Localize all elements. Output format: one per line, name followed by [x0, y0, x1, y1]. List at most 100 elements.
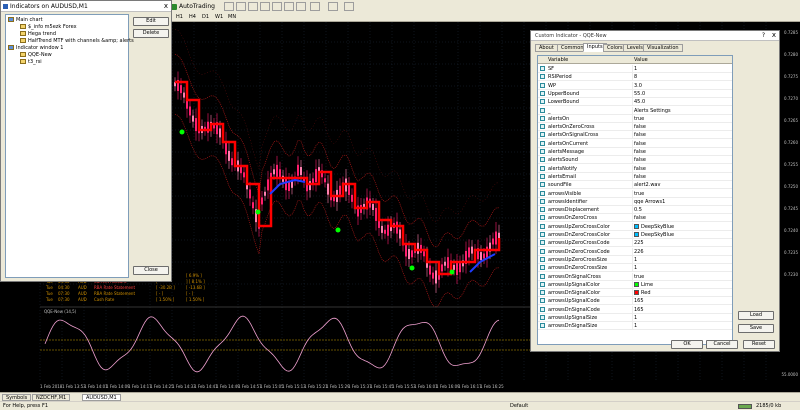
input-row[interactable]: arrowsDnZeroCrossCode 226: [538, 247, 732, 256]
input-value[interactable]: 8: [634, 73, 637, 81]
input-value[interactable]: 0.5: [634, 206, 642, 214]
input-value[interactable]: 1: [634, 65, 637, 73]
input-row[interactable]: arrowsUpSignalSize 1: [538, 314, 732, 322]
input-row[interactable]: arrowsUpSignalColor Lime: [538, 280, 732, 289]
input-row[interactable]: alertsNotify false: [538, 164, 732, 173]
input-row[interactable]: arrowsOnZeroCross false: [538, 214, 732, 223]
input-row[interactable]: LowerBound 45.0: [538, 98, 732, 107]
input-value[interactable]: false: [634, 173, 646, 181]
input-value[interactable]: 45.0: [634, 98, 645, 106]
input-value[interactable]: qqe Arrows1: [634, 198, 665, 206]
zoom-out-icon[interactable]: [260, 2, 270, 11]
tab-about[interactable]: About: [535, 44, 558, 52]
input-row[interactable]: arrowsDnZeroCrossColor DeepSkyBlue: [538, 231, 732, 239]
tree-indicator-item[interactable]: QQE-New: [28, 52, 52, 58]
input-row[interactable]: SF 1: [538, 65, 732, 73]
input-value[interactable]: Lime: [641, 281, 653, 289]
input-value[interactable]: 1: [634, 264, 637, 272]
timeframe-d1[interactable]: D1: [202, 13, 209, 21]
input-row[interactable]: arrowsDnSignalColor Red: [538, 289, 732, 298]
input-row[interactable]: alertsOnSignalCross false: [538, 131, 732, 140]
edit-button[interactable]: Edit: [133, 17, 169, 26]
input-value[interactable]: false: [634, 214, 646, 222]
input-row[interactable]: WP 3.0: [538, 81, 732, 90]
input-value[interactable]: true: [634, 273, 644, 281]
tab-symbols[interactable]: Symbols: [2, 394, 32, 401]
input-value[interactable]: DeepSkyBlue: [641, 231, 674, 239]
input-value[interactable]: 165: [634, 297, 644, 305]
cancel-button[interactable]: Cancel: [706, 340, 738, 349]
input-row[interactable]: arrowsIdentifier qqe Arrows1: [538, 197, 732, 206]
chart-shift-icon[interactable]: [284, 2, 294, 11]
cursor-icon[interactable]: [224, 2, 234, 11]
input-value[interactable]: 55.0: [634, 90, 645, 98]
close-icon[interactable]: x: [164, 2, 168, 11]
input-value[interactable]: false: [634, 140, 646, 148]
input-row[interactable]: arrowsUpZeroCrossSize 1: [538, 255, 732, 264]
input-row[interactable]: alertsOnCurrent false: [538, 139, 732, 148]
input-value[interactable]: true: [634, 115, 644, 123]
close-icon[interactable]: x: [772, 31, 776, 40]
tab-visualization[interactable]: Visualization: [643, 44, 683, 52]
input-row[interactable]: alertsSound false: [538, 156, 732, 165]
input-row[interactable]: alertsOn true: [538, 114, 732, 123]
input-row[interactable]: arrowsDnSignalCode 165: [538, 305, 732, 314]
autoscroll-icon[interactable]: [296, 2, 306, 11]
input-value[interactable]: 3.0: [634, 82, 642, 90]
input-value[interactable]: false: [634, 131, 646, 139]
close-button[interactable]: Close: [133, 266, 169, 275]
input-value[interactable]: 1: [634, 322, 637, 330]
input-value[interactable]: 226: [634, 248, 644, 256]
tree-indicator-item[interactable]: HalfTrend MTF with channels &amp; alerts: [28, 38, 134, 44]
input-row[interactable]: arrowsOnSignalCross true: [538, 272, 732, 281]
input-value[interactable]: DeepSkyBlue: [641, 223, 674, 231]
input-value[interactable]: Alerts Settings: [634, 107, 671, 115]
indicators-icon[interactable]: [310, 2, 320, 11]
timeframe-h1[interactable]: H1: [176, 13, 183, 21]
tab-audusd[interactable]: AUDUSD,M1: [82, 394, 121, 401]
input-value[interactable]: 165: [634, 306, 644, 314]
input-row[interactable]: arrowsUpZeroCrossCode 225: [538, 239, 732, 248]
help-icon[interactable]: ?: [762, 31, 765, 40]
delete-button[interactable]: Delete: [133, 29, 169, 38]
input-row[interactable]: arrowsDnSignalSize 1: [538, 322, 732, 331]
tree-indicator-item[interactable]: $_info m5ezk Forex: [28, 24, 77, 30]
timeframe-h4[interactable]: H4: [189, 13, 196, 21]
tab-nzdchf[interactable]: NZDCHF,M1: [32, 394, 71, 401]
input-value[interactable]: alert2.wav: [634, 181, 660, 189]
input-value[interactable]: true: [634, 190, 644, 198]
input-row[interactable]: soundFile alert2.wav: [538, 181, 732, 190]
tree-folder-item[interactable]: Main chart: [16, 17, 43, 23]
input-value[interactable]: false: [634, 123, 646, 131]
save-button[interactable]: Save: [738, 324, 774, 333]
input-row[interactable]: alertsEmail false: [538, 172, 732, 181]
input-row[interactable]: arrowsVisible true: [538, 189, 732, 198]
tile-windows-icon[interactable]: [272, 2, 282, 11]
input-row[interactable]: _ Alerts Settings: [538, 106, 732, 115]
input-value[interactable]: 225: [634, 239, 644, 247]
load-button[interactable]: Load: [738, 311, 774, 320]
ok-button[interactable]: OK: [671, 340, 703, 349]
input-row[interactable]: RSIPeriod 8: [538, 73, 732, 82]
periods-icon[interactable]: [328, 2, 338, 11]
input-value[interactable]: false: [634, 156, 646, 164]
input-row[interactable]: alertsMessage false: [538, 148, 732, 156]
input-row[interactable]: arrowsDisplacement 0.5: [538, 206, 732, 215]
input-row[interactable]: arrowsDnZeroCrossSize 1: [538, 264, 732, 273]
autotrading-button[interactable]: AutoTrading: [170, 2, 215, 12]
input-row[interactable]: arrowsUpSignalCode 165: [538, 297, 732, 306]
input-row[interactable]: alertsOnZeroCross false: [538, 123, 732, 132]
input-value[interactable]: 1: [634, 256, 637, 264]
input-value[interactable]: false: [634, 165, 646, 173]
timeframe-w1[interactable]: W1: [215, 13, 223, 21]
templates-icon[interactable]: [344, 2, 354, 11]
zoom-in-icon[interactable]: [248, 2, 258, 11]
input-value[interactable]: false: [634, 148, 646, 156]
tree-folder-item[interactable]: Indicator window 1: [16, 45, 63, 51]
input-row[interactable]: arrowsUpZeroCrossColor DeepSkyBlue: [538, 222, 732, 231]
crosshair-icon[interactable]: [236, 2, 246, 11]
reset-button[interactable]: Reset: [743, 340, 775, 349]
timeframe-mn[interactable]: MN: [228, 13, 236, 21]
tree-indicator-item[interactable]: Hega trend: [28, 31, 56, 37]
input-value[interactable]: Red: [641, 289, 651, 297]
